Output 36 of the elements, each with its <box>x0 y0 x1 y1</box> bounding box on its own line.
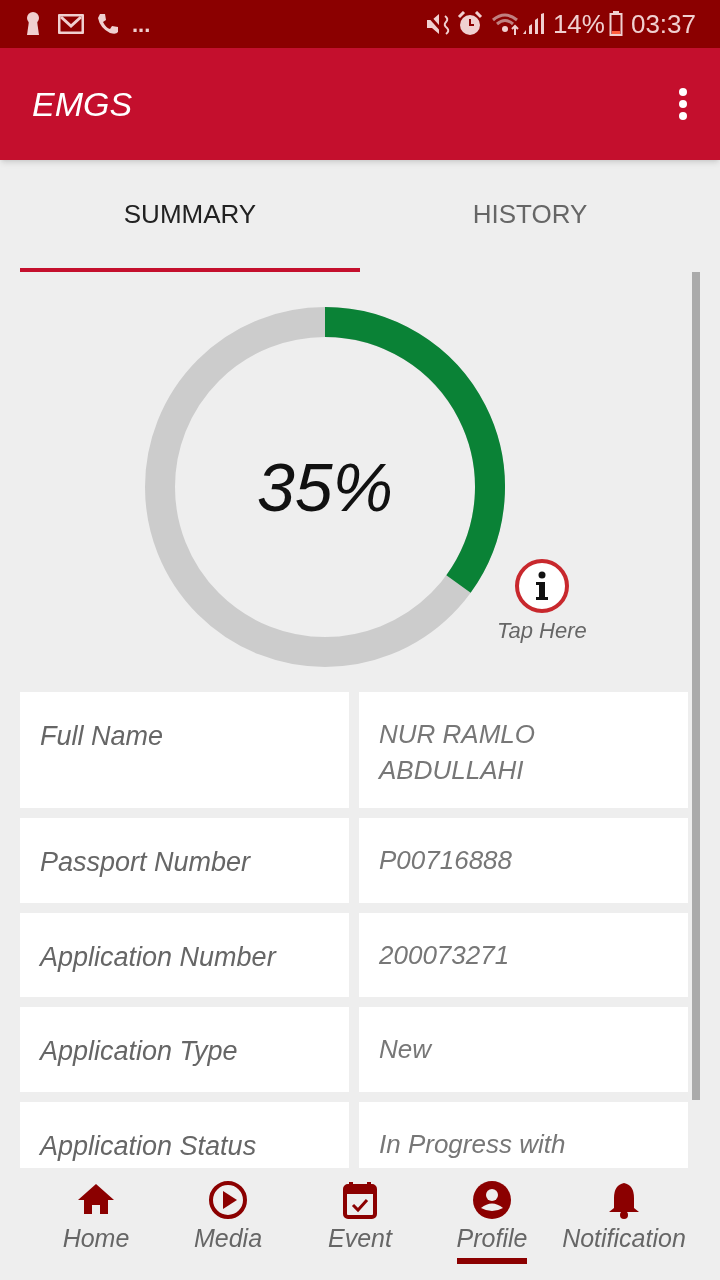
detail-label: Passport Number <box>20 818 349 903</box>
battery-icon <box>608 11 623 37</box>
detail-value: In Progress with <box>359 1101 688 1168</box>
nav-item[interactable]: Notification <box>562 1180 686 1264</box>
wifi-icon <box>490 12 521 36</box>
calendar-icon <box>340 1180 380 1220</box>
nav-item[interactable]: Media <box>193 1180 263 1264</box>
info-label[interactable]: Tap Here <box>497 614 587 647</box>
tab[interactable]: SUMMARY <box>20 160 360 272</box>
nav-item[interactable]: Home <box>62 1180 130 1264</box>
tab[interactable]: HISTORY <box>360 160 700 272</box>
detail-label: Application Status <box>20 1101 349 1168</box>
person-icon <box>472 1180 512 1220</box>
phone-icon <box>96 12 120 36</box>
keyhole-icon <box>24 11 42 37</box>
signal-icon <box>520 12 545 36</box>
clock-time: 03:37 <box>630 7 696 41</box>
progress-percentage: 35% <box>256 449 394 525</box>
detail-label: Full Name <box>20 692 349 808</box>
detail-label: Application Type <box>20 1007 349 1092</box>
detail-label: Application Number <box>20 912 349 997</box>
detail-value: NUR RAMLO ABDULLAHI <box>359 692 688 808</box>
alarm-icon <box>456 11 483 37</box>
detail-value: New <box>359 1007 688 1092</box>
app-title: EMGS <box>32 83 134 125</box>
nav-item[interactable]: Event <box>328 1180 392 1264</box>
play-icon <box>208 1180 248 1220</box>
mail-icon <box>58 14 84 34</box>
detail-value: 200073271 <box>359 912 688 997</box>
more-options-icon[interactable] <box>678 87 688 121</box>
battery-percentage: 14% <box>552 7 605 41</box>
detail-value: P00716888 <box>359 818 688 903</box>
info-icon[interactable] <box>513 558 570 614</box>
nav-item[interactable]: Profile <box>456 1180 528 1264</box>
scrollbar[interactable] <box>692 272 700 1100</box>
status-overflow: ... <box>132 10 151 39</box>
